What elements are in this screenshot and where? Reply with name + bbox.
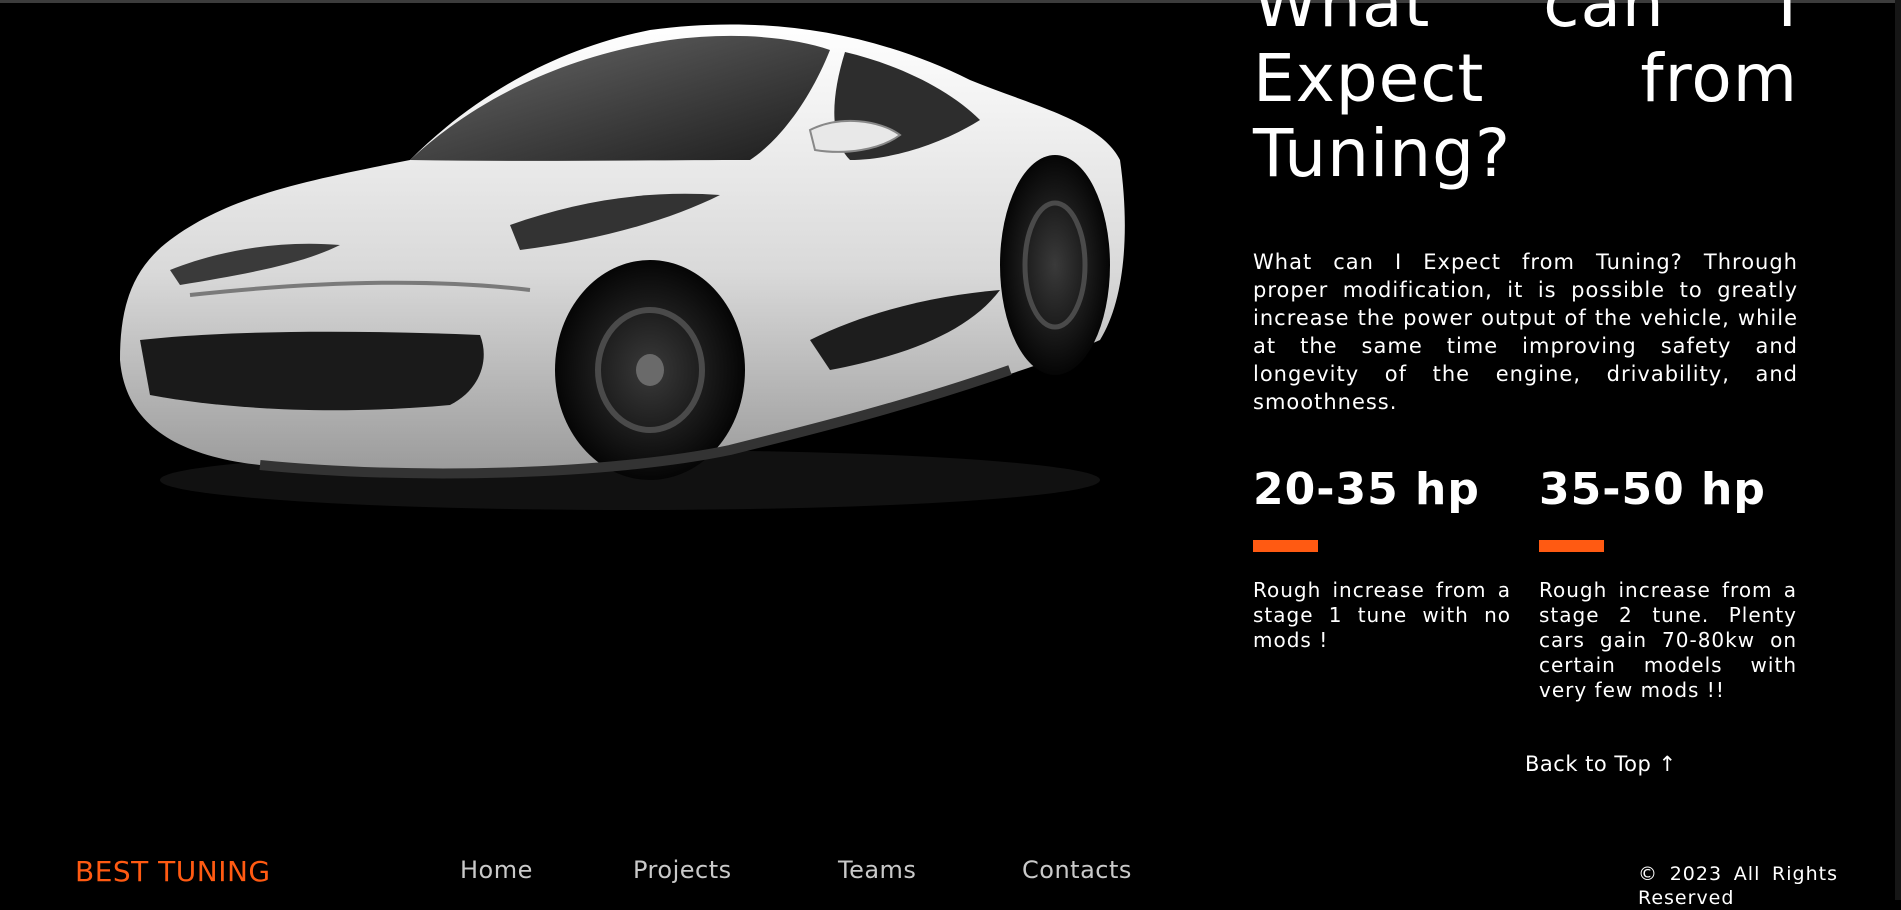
car-image	[110, 10, 1130, 530]
stat-value: 20-35 hp	[1253, 464, 1480, 515]
nav-contacts[interactable]: Contacts	[1022, 856, 1132, 884]
stat-description: Rough increase from a stage 2 tune. Plen…	[1539, 578, 1797, 702]
copyright: © 2023 All Rights Reserved	[1638, 863, 1838, 909]
stat-description: Rough increase from a stage 1 tune with …	[1253, 578, 1511, 652]
intro-paragraph: What can I Expect from Tuning? Through p…	[1253, 250, 1798, 414]
scrollbar-track[interactable]	[1895, 0, 1901, 900]
stat-stage-1: 20-35 hp Rough increase from a stage 1 t…	[1253, 460, 1511, 653]
nav-teams[interactable]: Teams	[838, 856, 916, 884]
nav-projects[interactable]: Projects	[633, 856, 732, 884]
accent-bar	[1253, 540, 1318, 552]
brand-logo[interactable]: BEST TUNING	[75, 855, 271, 888]
stat-stage-2: 35-50 hp Rough increase from a stage 2 t…	[1539, 460, 1797, 703]
accent-bar	[1539, 540, 1604, 552]
back-to-top-link[interactable]: Back to Top ↑	[1525, 752, 1677, 776]
nav-home[interactable]: Home	[460, 856, 533, 884]
stat-value: 35-50 hp	[1539, 464, 1766, 515]
car-illustration	[120, 24, 1125, 510]
section-heading: What can I Expect from Tuning?	[1253, 0, 1798, 192]
